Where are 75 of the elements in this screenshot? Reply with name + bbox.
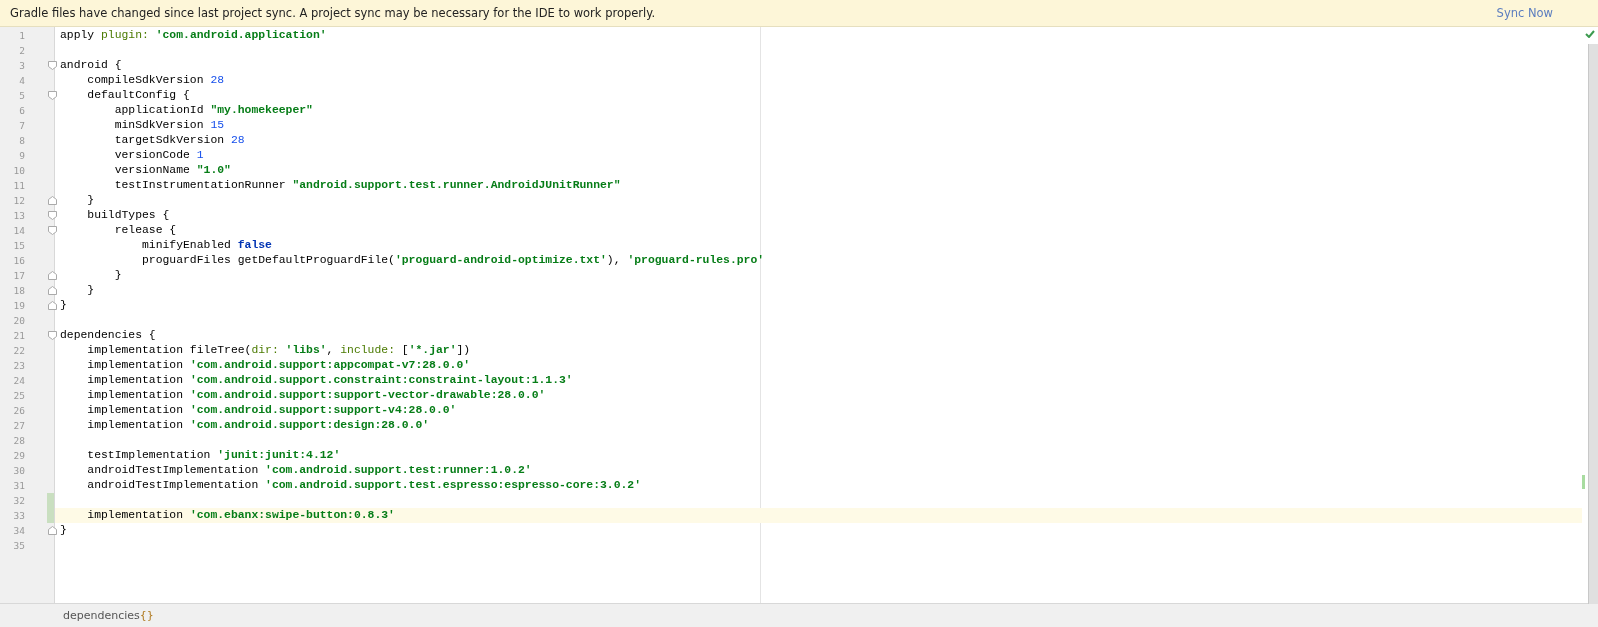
code-line: release {	[113, 223, 177, 238]
line-number: 22	[12, 345, 26, 356]
sync-now-link[interactable]: Sync Now	[1496, 6, 1553, 20]
line-number: 25	[12, 390, 26, 401]
code-line: minifyEnabled false	[141, 238, 272, 253]
line-number: 7	[18, 120, 26, 131]
code-line: defaultConfig {	[86, 88, 190, 103]
line-number: 2	[18, 45, 26, 56]
code-line: androidTestImplementation 'com.android.support.test:runner:1.0.2'	[86, 463, 532, 478]
line-number: 32	[12, 495, 26, 506]
code-line: }	[86, 283, 95, 298]
line-number: 20	[12, 315, 26, 326]
change-marker	[1582, 475, 1585, 489]
line-number: 19	[12, 300, 26, 311]
code-line: androidTestImplementation 'com.android.support.test.espresso:espresso-core:3.0.2'	[86, 478, 642, 493]
line-number: 21	[12, 330, 26, 341]
code-line: }	[86, 193, 95, 208]
code-line: proguardFiles getDefaultProguardFile('proguard-android-optimize.txt'), 'proguard-rules.pro'	[141, 253, 765, 268]
line-number: 17	[12, 270, 26, 281]
banner-message: Gradle files have changed since last project sync. A project sync may be necessary for the IDE to work properly.	[10, 6, 656, 20]
line-number: 31	[12, 480, 26, 491]
code-line: implementation 'com.android.support:design:28.0.0'	[86, 418, 430, 433]
line-number: 30	[12, 465, 26, 476]
line-number: 12	[12, 195, 26, 206]
line-number: 1	[18, 30, 26, 41]
check-icon	[1585, 30, 1595, 38]
code-line: testInstrumentationRunner "android.support.test.runner.AndroidJUnitRunner"	[113, 178, 621, 193]
line-number: 27	[12, 420, 26, 431]
code-line: targetSdkVersion 28	[113, 133, 245, 148]
line-number: 10	[12, 165, 26, 176]
line-number: 4	[18, 75, 26, 86]
code-line: implementation 'com.android.support.constraint:constraint-layout:1.1.3'	[86, 373, 573, 388]
line-number: 5	[18, 90, 26, 101]
line-number: 15	[12, 240, 26, 251]
line-number: 29	[12, 450, 26, 461]
code-line: buildTypes {	[86, 208, 170, 223]
line-number: 33	[12, 510, 26, 521]
code-line: compileSdkVersion 28	[86, 73, 225, 88]
line-number: 34	[12, 525, 26, 536]
code-line: }	[60, 523, 67, 538]
line-number: 6	[18, 105, 26, 116]
code-line: testImplementation 'junit:junit:4.12'	[86, 448, 341, 463]
code-line: }	[60, 298, 67, 313]
code-line: android {	[60, 58, 122, 73]
line-number: 13	[12, 210, 26, 221]
line-number: 26	[12, 405, 26, 416]
line-number: 35	[12, 540, 26, 551]
code-line: implementation 'com.android.support:support-vector-drawable:28.0.0'	[86, 388, 546, 403]
code-line: applicationId "my.homekeeper"	[113, 103, 313, 118]
line-number: 16	[12, 255, 26, 266]
code-line: dependencies {	[60, 328, 156, 343]
line-number: 28	[12, 435, 26, 446]
line-number: 3	[18, 60, 26, 71]
line-number: 8	[18, 135, 26, 146]
line-number: 14	[12, 225, 26, 236]
fold-icon[interactable]	[48, 91, 57, 100]
line-number: 18	[12, 285, 26, 296]
code-line: versionName "1.0"	[113, 163, 231, 178]
code-line: versionCode 1	[113, 148, 204, 163]
code-line: implementation fileTree(dir: 'libs', include: ['*.jar'])	[86, 343, 471, 358]
scrollbar[interactable]	[1588, 44, 1598, 604]
code-line: apply plugin: 'com.android.application'	[60, 28, 327, 43]
fold-icon[interactable]	[48, 61, 57, 70]
code-line: implementation 'com.ebanx:swipe-button:0.8.3'	[86, 508, 395, 523]
fold-icon[interactable]	[48, 331, 57, 340]
code-line: implementation 'com.android.support:support-v4:28.0.0'	[86, 403, 457, 418]
code-line: }	[113, 268, 122, 283]
code-line: minSdkVersion 15	[113, 118, 225, 133]
line-number: 9	[18, 150, 26, 161]
fold-icon[interactable]	[48, 526, 57, 535]
line-number: 11	[12, 180, 26, 191]
code-line: implementation 'com.android.support:appcompat-v7:28.0.0'	[86, 358, 471, 373]
breadcrumb[interactable]: dependencies{}	[63, 609, 154, 622]
line-number: 23	[12, 360, 26, 371]
line-number: 24	[12, 375, 26, 386]
